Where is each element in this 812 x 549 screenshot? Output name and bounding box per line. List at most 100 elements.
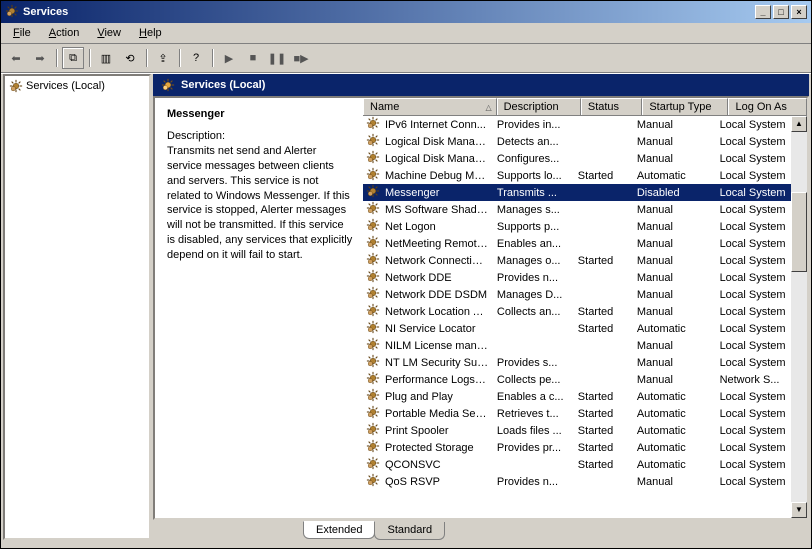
cell-startup: Manual [633,221,716,233]
menu-file[interactable]: File [5,25,39,41]
pause-service-button: ❚❚ [266,47,288,69]
scroll-track[interactable] [791,132,807,502]
tree-pane[interactable]: Services (Local) [3,74,151,540]
tree-root-item[interactable]: Services (Local) [7,78,147,94]
cell-startup: Manual [633,374,716,386]
menu-view[interactable]: View [89,25,129,41]
cell-description: Retrieves t... [493,408,574,420]
cell-startup: Automatic [633,408,716,420]
col-name[interactable]: Name△ [363,98,497,115]
service-icon [365,388,381,405]
cell-startup: Manual [633,289,716,301]
cell-name: Net Logon [381,221,493,233]
service-icon [365,150,381,167]
service-row[interactable]: Print SpoolerLoads files ...StartedAutom… [363,422,791,439]
service-row[interactable]: Plug and PlayEnables a c...StartedAutoma… [363,388,791,405]
cell-name: QCONSVC [381,459,493,471]
cell-logon: Local System [716,323,791,335]
close-button[interactable]: × [791,5,807,19]
cell-name: Machine Debug Man... [381,170,493,182]
service-row[interactable]: IPv6 Internet Conn...Provides in...Manua… [363,116,791,133]
service-row[interactable]: MessengerTransmits ...DisabledLocal Syst… [363,184,791,201]
service-icon [365,354,381,371]
cell-startup: Automatic [633,425,716,437]
service-row[interactable]: Portable Media Seri...Retrieves t...Star… [363,405,791,422]
col-description[interactable]: Description [497,98,581,115]
service-icon [365,303,381,320]
cell-status: Started [574,170,633,182]
service-row[interactable]: QoS RSVPProvides n...ManualLocal System [363,473,791,490]
service-row[interactable]: Network DDE DSDMManages D...ManualLocal … [363,286,791,303]
cell-name: Network DDE [381,272,493,284]
maximize-button[interactable]: □ [773,5,789,19]
service-icon [365,371,381,388]
service-row[interactable]: QCONSVCStartedAutomaticLocal System [363,456,791,473]
start-service-button[interactable]: ▶ [218,47,240,69]
separator [146,49,147,67]
cell-description: Collects an... [493,306,574,318]
services-icon [161,78,175,92]
cell-name: Messenger [381,187,493,199]
cell-startup: Manual [633,306,716,318]
scroll-up-button[interactable]: ▲ [791,116,807,132]
service-row[interactable]: Performance Logs a...Collects pe...Manua… [363,371,791,388]
service-icon [365,269,381,286]
col-log-on-as[interactable]: Log On As [728,98,807,115]
back-button[interactable]: ⬅ [5,47,27,69]
service-row[interactable]: Logical Disk ManagerDetects an...ManualL… [363,133,791,150]
service-row[interactable]: NetMeeting Remote...Enables an...ManualL… [363,235,791,252]
cell-logon: Local System [716,340,791,352]
service-row[interactable]: NI Service LocatorStartedAutomaticLocal … [363,320,791,337]
service-row[interactable]: Network Location A...Collects an...Start… [363,303,791,320]
restart-service-button: ■▶ [290,47,312,69]
service-row[interactable]: Network DDEProvides n...ManualLocal Syst… [363,269,791,286]
col-startup-type[interactable]: Startup Type [642,98,728,115]
tab-standard[interactable]: Standard [374,522,445,540]
cell-startup: Automatic [633,170,716,182]
forward-button: ➡ [29,47,51,69]
cell-description: Supports p... [493,221,574,233]
cell-startup: Manual [633,255,716,267]
properties-button[interactable]: ▥ [95,47,117,69]
service-icon [365,201,381,218]
cell-logon: Local System [716,153,791,165]
cell-logon: Local System [716,425,791,437]
services-list[interactable]: Name△ Description Status Startup Type Lo… [363,98,807,518]
service-icon [365,116,381,133]
refresh-button[interactable]: ⟲ [119,47,141,69]
cell-startup: Manual [633,238,716,250]
help-button[interactable]: ? [185,47,207,69]
service-row[interactable]: Network ConnectionsManages o...StartedMa… [363,252,791,269]
cell-description: Detects an... [493,136,574,148]
scroll-down-button[interactable]: ▼ [791,502,807,518]
cell-description: Manages D... [493,289,574,301]
sort-asc-icon: △ [485,103,491,112]
cell-description: Collects pe... [493,374,574,386]
cell-startup: Manual [633,272,716,284]
cell-name: Logical Disk Manage... [381,153,493,165]
cell-startup: Manual [633,136,716,148]
service-row[interactable]: NILM License managerManualLocal System [363,337,791,354]
show-hide-tree-button[interactable]: ⧉ [62,47,84,69]
vertical-scrollbar[interactable]: ▲ ▼ [791,116,807,518]
service-row[interactable]: NT LM Security Sup...Provides s...Manual… [363,354,791,371]
tab-extended[interactable]: Extended [303,521,375,539]
service-row[interactable]: MS Software Shado...Manages s...ManualLo… [363,201,791,218]
minimize-button[interactable]: _ [755,5,771,19]
separator [89,49,90,67]
menu-action[interactable]: Action [41,25,88,41]
service-row[interactable]: Net LogonSupports p...ManualLocal System [363,218,791,235]
cell-logon: Local System [716,476,791,488]
export-list-button[interactable]: ⇪ [152,47,174,69]
service-row[interactable]: Logical Disk Manage...Configures...Manua… [363,150,791,167]
scroll-thumb[interactable] [791,192,807,272]
cell-description: Configures... [493,153,574,165]
col-status[interactable]: Status [581,98,642,115]
service-icon [365,218,381,235]
cell-startup: Manual [633,476,716,488]
cell-name: Portable Media Seri... [381,408,493,420]
titlebar[interactable]: Services _ □ × [1,1,811,23]
menu-help[interactable]: Help [131,25,170,41]
service-row[interactable]: Machine Debug Man...Supports lo...Starte… [363,167,791,184]
service-row[interactable]: Protected StorageProvides pr...StartedAu… [363,439,791,456]
